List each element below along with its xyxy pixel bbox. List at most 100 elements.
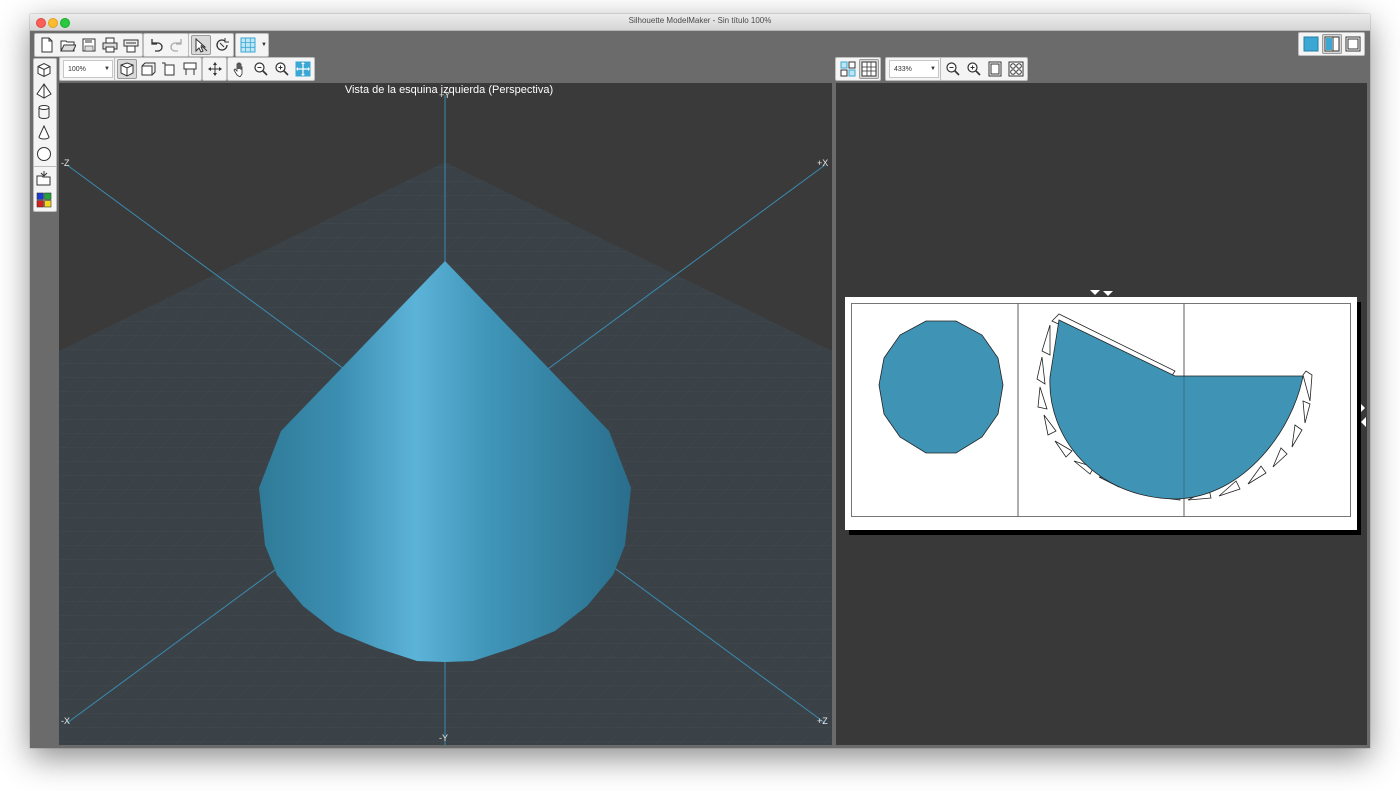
axis-label-minus-x: -X — [61, 716, 70, 726]
axis-label-plus-z: +Z — [817, 716, 828, 726]
scene-3d — [59, 95, 832, 745]
undo-icon — [150, 39, 163, 52]
cone-shape-button[interactable] — [34, 123, 54, 143]
save-button[interactable] — [79, 35, 99, 55]
cone-base-piece[interactable] — [878, 320, 1004, 454]
shape-toolbar — [33, 58, 57, 212]
layout-toolbar-2d — [835, 57, 881, 81]
layout-3d-only-button[interactable] — [1301, 34, 1321, 54]
new-file-icon — [41, 37, 52, 53]
perspective-view-button[interactable] — [116, 59, 137, 79]
mode-toolbar — [188, 33, 234, 57]
top-view-icon — [183, 62, 196, 75]
page-right-marker[interactable] — [1359, 402, 1365, 414]
grid-toggle-button[interactable] — [238, 35, 258, 55]
single-view-icon — [1303, 36, 1318, 52]
side-view-button[interactable] — [159, 59, 179, 79]
rotate-tool-button[interactable] — [212, 35, 232, 55]
cube-shape-button[interactable] — [34, 60, 54, 80]
zoom-in-2d-button[interactable] — [964, 59, 984, 79]
axis-label-plus-x: +X — [817, 158, 829, 168]
print-button[interactable] — [100, 35, 120, 55]
grid-dropdown-caret[interactable]: ▼ — [261, 42, 267, 48]
page-up-marker[interactable] — [1090, 290, 1100, 295]
app-window: Silhouette ModelMaker - Sin título 100% — [30, 14, 1370, 748]
zoom-select-2d[interactable]: 433% ▼ — [889, 60, 939, 78]
cone-icon — [38, 125, 50, 140]
page-view-icon — [1345, 36, 1360, 52]
zoom-out-2d-button[interactable] — [943, 59, 963, 79]
pieces-icon — [1008, 61, 1023, 77]
zoom-in-icon — [274, 62, 289, 76]
zoom-value-3d: 100% — [68, 65, 86, 73]
zoom-out-button[interactable] — [251, 59, 271, 79]
top-view-button[interactable] — [180, 59, 200, 79]
zoom-select-3d[interactable]: 100% ▼ — [63, 60, 113, 78]
front-view-icon — [141, 62, 155, 76]
cube-icon — [37, 62, 51, 78]
layout-split-button[interactable] — [1321, 34, 1342, 54]
pyramid-shape-button[interactable] — [34, 81, 54, 101]
save-icon — [82, 38, 95, 52]
title-bar: Silhouette ModelMaker - Sin título 100% — [30, 14, 1370, 31]
new-file-button[interactable] — [37, 35, 57, 55]
cylinder-icon — [38, 105, 50, 119]
send-to-cutter-button[interactable] — [121, 35, 141, 55]
cutter-icon — [123, 39, 138, 53]
page-grid-button[interactable] — [858, 59, 879, 79]
move-arrows-icon — [207, 62, 222, 76]
pyramid-icon — [36, 83, 52, 99]
grid-toolbar: ▼ — [235, 33, 269, 57]
side-view-icon — [161, 62, 174, 76]
cylinder-shape-button[interactable] — [34, 102, 54, 122]
front-view-button[interactable] — [138, 59, 158, 79]
fit-page-button[interactable] — [985, 59, 1005, 79]
grid-icon — [240, 37, 255, 53]
page-down-marker[interactable] — [1103, 291, 1113, 296]
import-shape-button[interactable] — [34, 169, 54, 189]
pan-tool-button[interactable] — [230, 59, 250, 79]
select-arrow-icon — [195, 37, 207, 53]
select-tool-button[interactable] — [190, 35, 211, 55]
file-toolbar — [34, 33, 143, 57]
toolbar-divider — [34, 166, 56, 167]
page-left-marker[interactable] — [1361, 417, 1366, 427]
zoom-group-3d: 100% ▼ — [59, 57, 117, 81]
unfolded-pattern — [851, 303, 1351, 517]
zoom-group-2d: 433% ▼ — [885, 57, 943, 81]
zoom-out-icon — [253, 62, 268, 76]
undo-toolbar — [143, 33, 189, 57]
undo-button[interactable] — [146, 35, 166, 55]
layout-toolbar — [1298, 32, 1365, 56]
show-all-pieces-button[interactable] — [1006, 59, 1026, 79]
viewport-3d[interactable]: Vista de la esquina izquierda (Perspecti… — [59, 83, 832, 745]
open-folder-icon — [59, 40, 76, 52]
sphere-icon — [37, 147, 51, 161]
page-grid-icon — [861, 61, 876, 77]
cube-perspective-icon — [120, 62, 133, 77]
paper-sheet — [845, 297, 1357, 530]
import-folder-icon — [36, 171, 51, 186]
arrange-icon — [840, 61, 855, 77]
color-palette-button[interactable] — [34, 190, 54, 210]
rotate-icon — [215, 38, 229, 51]
sphere-shape-button[interactable] — [34, 144, 54, 164]
move-toolbar-3d — [202, 57, 227, 81]
viewport-2d[interactable] — [836, 83, 1367, 745]
chevron-down-icon: ▼ — [104, 66, 110, 72]
zoom-out-icon — [945, 62, 960, 76]
move-tool-button[interactable] — [205, 59, 225, 79]
axis-label-minus-z: -Z — [61, 158, 70, 168]
open-file-button[interactable] — [58, 35, 78, 55]
axis-label-minus-y: -Y — [439, 733, 448, 743]
layout-2d-only-button[interactable] — [1343, 34, 1363, 54]
zoom-in-icon — [966, 62, 981, 76]
chevron-down-icon: ▼ — [930, 66, 936, 72]
zoom-in-button[interactable] — [272, 59, 292, 79]
fit-view-button[interactable] — [293, 59, 313, 79]
arrange-pieces-button[interactable] — [838, 59, 858, 79]
fit-page-icon — [988, 61, 1001, 77]
color-palette-icon — [36, 192, 52, 208]
navigate-toolbar-3d — [227, 57, 315, 81]
redo-button[interactable] — [167, 35, 187, 55]
